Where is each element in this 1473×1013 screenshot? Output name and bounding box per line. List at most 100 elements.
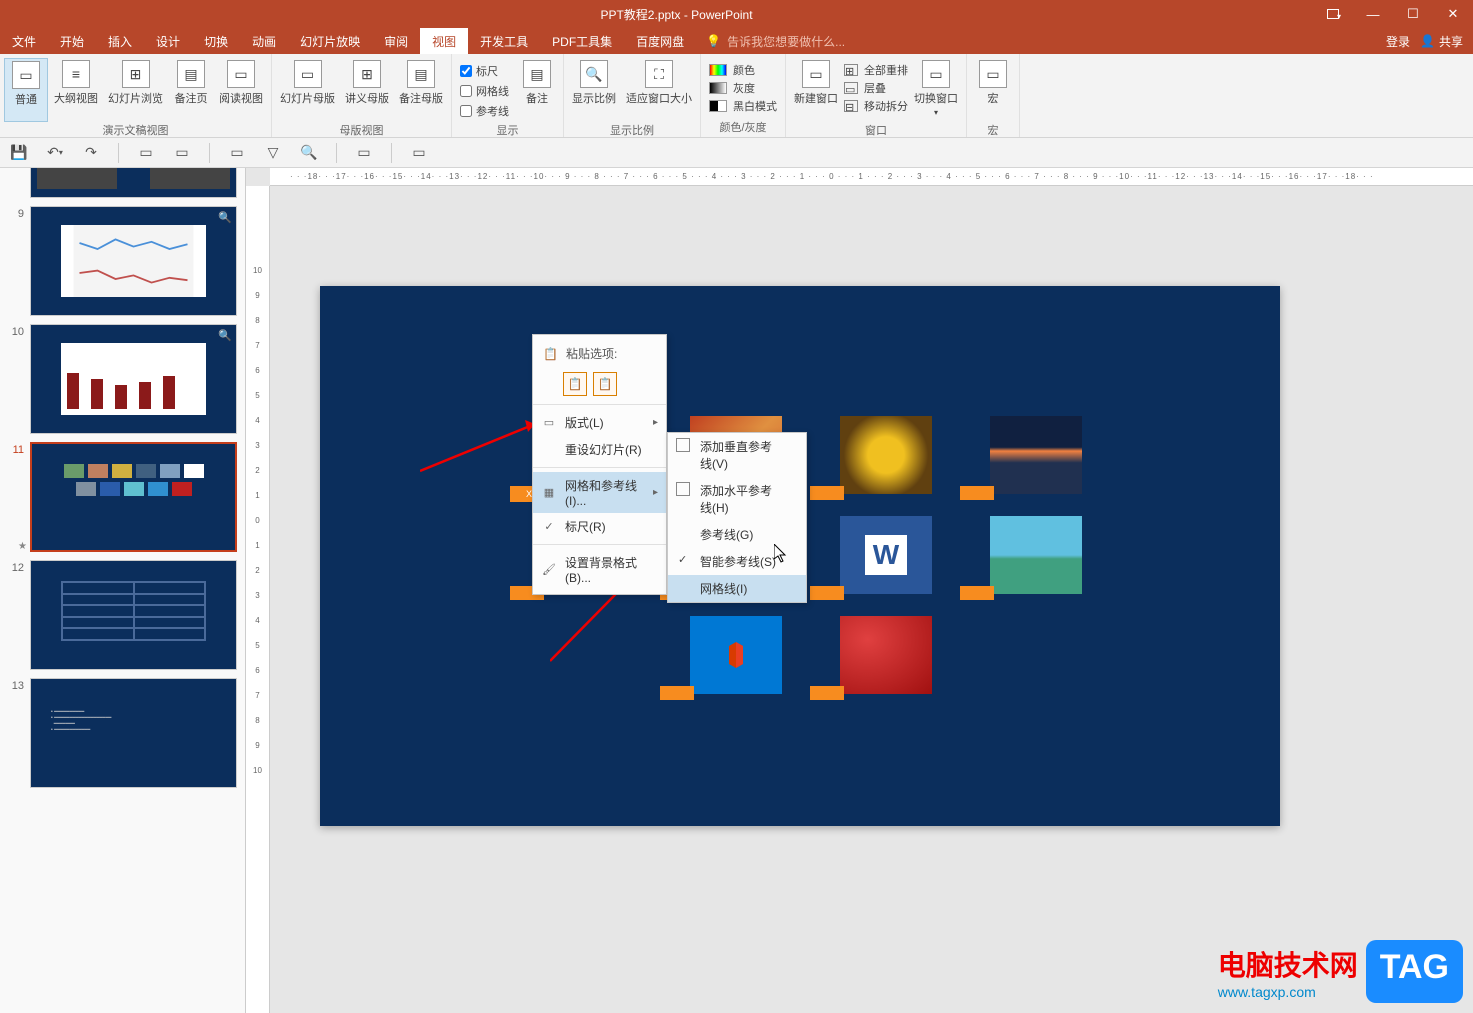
slide-tag[interactable] <box>810 686 844 700</box>
guides-checkbox[interactable]: 参考线 <box>456 102 513 120</box>
move-split-button[interactable]: ⊟移动拆分 <box>844 98 908 114</box>
reading-view-button[interactable]: ▭阅读视图 <box>215 58 267 122</box>
menu-reset-slide[interactable]: 重设幻灯片(R) <box>533 436 666 463</box>
slide-image-word[interactable]: W <box>840 516 932 594</box>
layout-icon: ▭ <box>541 415 557 431</box>
grid-icon: ▦ <box>541 485 557 501</box>
menu-format-background[interactable]: 🖌 设置背景格式(B)... <box>533 549 666 590</box>
slide-tag[interactable] <box>660 686 694 700</box>
qat-item-1[interactable]: ▭ <box>137 144 155 162</box>
slide-master-button[interactable]: ▭幻灯片母版 <box>276 58 339 122</box>
macro-button[interactable]: ▭宏 <box>971 58 1015 122</box>
outline-view-button[interactable]: ≡大纲视图 <box>50 58 102 122</box>
check-icon: ✓ <box>678 553 687 566</box>
tab-animations[interactable]: 动画 <box>240 28 288 54</box>
horizontal-guide-icon <box>676 482 690 496</box>
handout-master-icon: ⊞ <box>353 60 381 88</box>
slide-panel[interactable]: 9 🔍 10 🔍 <box>0 168 246 1013</box>
slide-image[interactable] <box>840 616 932 694</box>
slide-thumb-11[interactable]: 11 ★ <box>0 438 245 556</box>
slide-image[interactable] <box>840 416 932 494</box>
tab-slideshow[interactable]: 幻灯片放映 <box>288 28 372 54</box>
qat-item-4[interactable]: ▽ <box>264 144 282 162</box>
tab-review[interactable]: 审阅 <box>372 28 420 54</box>
tab-developer[interactable]: 开发工具 <box>468 28 540 54</box>
slide-image[interactable] <box>990 516 1082 594</box>
redo-button[interactable]: ↷ <box>82 144 100 162</box>
ribbon-options-icon[interactable]: ▾ <box>1313 0 1353 28</box>
notes-page-button[interactable]: ▤备注页 <box>169 58 213 122</box>
tell-me-search[interactable]: 💡 告诉我您想要做什么... <box>696 28 855 54</box>
vertical-ruler[interactable]: 10987654321012345678910 <box>246 186 270 1013</box>
arrow-annotation <box>420 416 550 476</box>
tab-view[interactable]: 视图 <box>420 28 468 54</box>
qat-item-7[interactable]: ▭ <box>410 144 428 162</box>
arrange-all-button[interactable]: ⊞全部重排 <box>844 62 908 78</box>
undo-button[interactable]: ↶▾ <box>46 144 64 162</box>
menu-layout[interactable]: ▭ 版式(L) ▸ <box>533 409 666 436</box>
slide-thumb-8[interactable] <box>0 168 245 202</box>
tab-insert[interactable]: 插入 <box>96 28 144 54</box>
color-option[interactable]: 颜色 <box>709 62 777 78</box>
group-master-views: ▭幻灯片母版 ⊞讲义母版 ▤备注母版 母版视图 <box>272 54 452 137</box>
tab-file[interactable]: 文件 <box>0 28 48 54</box>
minimize-button[interactable]: — <box>1353 0 1393 28</box>
watermark: 电脑技术网 www.tagxp.com TAG <box>1218 940 1463 1003</box>
blackwhite-option[interactable]: 黑白模式 <box>709 98 777 114</box>
new-window-button[interactable]: ▭新建窗口 <box>790 58 842 122</box>
qat-item-5[interactable]: 🔍 <box>300 144 318 162</box>
submenu-add-vertical[interactable]: 添加垂直参考线(V) <box>668 433 806 477</box>
slide-image-office[interactable] <box>690 616 782 694</box>
paste-option-1[interactable]: 📋 <box>563 372 587 396</box>
login-button[interactable]: 登录 <box>1386 33 1410 50</box>
zoom-button[interactable]: 🔍显示比例 <box>568 58 620 122</box>
gridlines-checkbox[interactable]: 网格线 <box>456 82 513 100</box>
share-button[interactable]: 👤共享 <box>1420 33 1463 50</box>
submenu-guides[interactable]: 参考线(G) <box>668 521 806 548</box>
slide-tag[interactable] <box>960 486 994 500</box>
editor-area: · · ·18· · ·17· · ·16· · ·15· · ·14· · ·… <box>246 168 1473 1013</box>
quick-access-toolbar: 💾 ↶▾ ↷ ▭ ▭ ▭ ▽ 🔍 ▭ ▭ <box>0 138 1473 168</box>
submenu-add-horizontal[interactable]: 添加水平参考线(H) <box>668 477 806 521</box>
save-button[interactable]: 💾 <box>10 144 28 162</box>
slide-tag[interactable] <box>810 586 844 600</box>
qat-item-3[interactable]: ▭ <box>228 144 246 162</box>
tab-design[interactable]: 设计 <box>144 28 192 54</box>
notes-master-button[interactable]: ▤备注母版 <box>395 58 447 122</box>
canvas-area[interactable]: XX 图表标题 小明小工 W <box>270 186 1473 1013</box>
handout-master-button[interactable]: ⊞讲义母版 <box>341 58 393 122</box>
slide-thumb-12[interactable]: 12 <box>0 556 245 674</box>
share-icon: 👤 <box>1420 34 1435 48</box>
tab-baidu[interactable]: 百度网盘 <box>624 28 696 54</box>
grayscale-option[interactable]: 灰度 <box>709 80 777 96</box>
close-button[interactable]: ✕ <box>1433 0 1473 28</box>
tab-home[interactable]: 开始 <box>48 28 96 54</box>
ruler-checkbox[interactable]: 标尺 <box>456 62 513 80</box>
notes-button[interactable]: ▤备注 <box>515 58 559 122</box>
context-menu: 📋 粘贴选项: 📋 📋 ▭ 版式(L) ▸ 重设幻灯片(R <box>532 334 667 595</box>
switch-window-icon: ▭ <box>922 60 950 88</box>
tab-pdf-tools[interactable]: PDF工具集 <box>540 28 624 54</box>
qat-item-2[interactable]: ▭ <box>173 144 191 162</box>
notes-master-icon: ▤ <box>407 60 435 88</box>
fit-window-button[interactable]: ⛶适应窗口大小 <box>622 58 696 122</box>
submenu-gridlines[interactable]: 网格线(I) <box>668 575 806 602</box>
qat-item-6[interactable]: ▭ <box>355 144 373 162</box>
slide-sorter-button[interactable]: ⊞幻灯片浏览 <box>104 58 167 122</box>
maximize-button[interactable]: ☐ <box>1393 0 1433 28</box>
cascade-button[interactable]: ▭层叠 <box>844 80 908 96</box>
menu-grid-guides[interactable]: ▦ 网格和参考线(I)... ▸ <box>533 472 666 513</box>
horizontal-ruler[interactable]: · · ·18· · ·17· · ·16· · ·15· · ·14· · ·… <box>270 168 1473 186</box>
menu-ruler[interactable]: ✓ 标尺(R) <box>533 513 666 540</box>
tab-transitions[interactable]: 切换 <box>192 28 240 54</box>
slide-tag[interactable] <box>810 486 844 500</box>
slide-tag[interactable] <box>960 586 994 600</box>
submenu-smart-guides[interactable]: ✓ 智能参考线(S) <box>668 548 806 575</box>
slide-thumb-9[interactable]: 9 🔍 <box>0 202 245 320</box>
slide-thumb-13[interactable]: 13 • ━━━━━━━━━━• ━━━━━━━━━━━━━━━━━━━ ━━━… <box>0 674 245 792</box>
switch-window-button[interactable]: ▭切换窗口▾ <box>910 58 962 122</box>
normal-view-button[interactable]: ▭普通 <box>4 58 48 122</box>
slide-thumb-10[interactable]: 10 🔍 <box>0 320 245 438</box>
paste-option-2[interactable]: 📋 <box>593 372 617 396</box>
slide-image[interactable] <box>990 416 1082 494</box>
